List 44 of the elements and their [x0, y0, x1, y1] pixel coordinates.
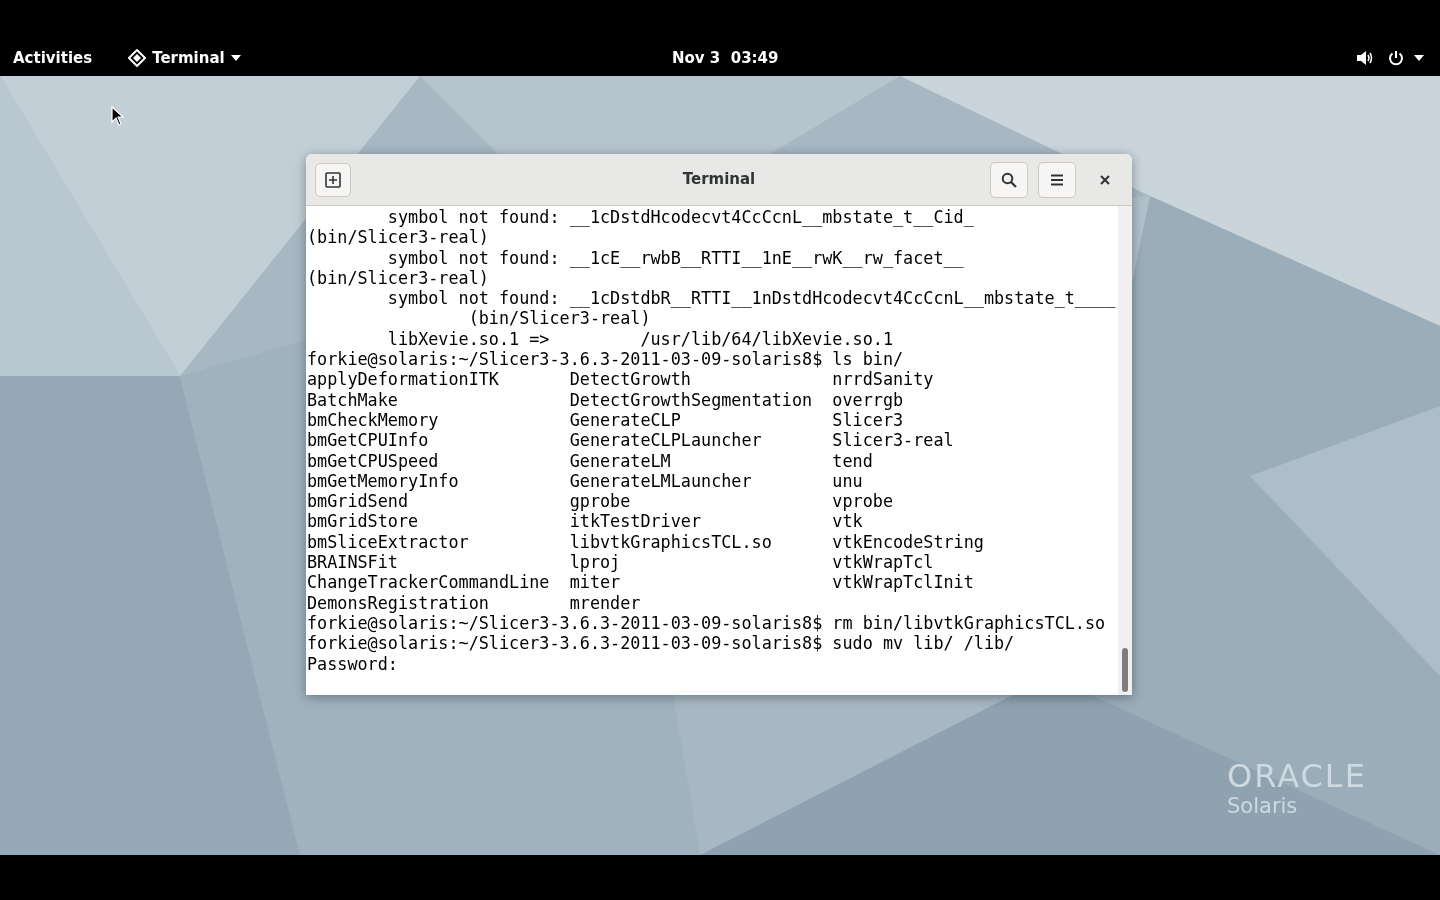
terminal-line: bmGetMemoryInfo GenerateLMLauncher unu [307, 470, 863, 492]
terminal-line: (bin/Slicer3-real) [467, 308, 651, 329]
terminal-line: libXevie.so.1 => /usr/lib/64/libXevie.so.1 [386, 328, 893, 350]
search-icon [1001, 171, 1017, 188]
caret-icon [230, 55, 241, 61]
terminal-line: (bin/Slicer3-real) [307, 267, 489, 289]
menu-icon [1050, 173, 1064, 186]
terminal-line: forkie@solaris:~/Slicer3-3.6.3-2011-03-09-solaris8$ sudo mv lib/ /lib/ [307, 633, 1015, 654]
menu-button[interactable] [1038, 161, 1076, 198]
power-icon [1388, 50, 1404, 66]
diamond-icon [128, 49, 147, 67]
terminal-line: applyDeformationITK DetectGrowth nrrdSanity [307, 369, 934, 390]
terminal-line: bmSliceExtractor libvtkGraphicsTCL.so vtkEncodeString [307, 531, 984, 553]
terminal-line: bmGetCPUInfo GenerateCLPLauncher Slicer3-real [307, 430, 954, 451]
terminal-line: forkie@solaris:~/Slicer3-3.6.3-2011-03-09-solaris8$ ls bin/ [307, 349, 904, 370]
terminal-line: DemonsRegistration mrender [307, 592, 641, 613]
terminal-line: bmCheckMemory GenerateCLP Slicer3 [307, 409, 904, 431]
terminal-line: bmGridSend gprobe vprobe [307, 491, 893, 512]
pointer-icon [111, 106, 124, 126]
app-menu[interactable]: Terminal [128, 46, 241, 70]
terminal-line: forkie@solaris:~/Slicer3-3.6.3-2011-03-09-solaris8$ rm bin/libvtkGraphicsTCL.so [307, 612, 1106, 634]
new-tab-icon [325, 171, 341, 188]
scrollbar[interactable] [1118, 206, 1132, 695]
terminal-line: bmGridStore itkTestDriver vtk [307, 511, 863, 532]
volume-icon[interactable] [1356, 50, 1374, 66]
activities-button[interactable]: Activities [13, 46, 93, 70]
terminal-line: bmGetCPUSpeed GenerateLM tend [307, 450, 873, 471]
terminal-line: BRAINSFit lproj vtkWrapTcl [307, 552, 934, 573]
terminal-line: symbol not found: __1cDstdHcodecvt4CcCcnL__mbstate_t__Cid_ [386, 207, 974, 228]
close-icon [1099, 173, 1111, 186]
terminal-line: Password: [307, 653, 398, 674]
clock[interactable]: Nov 3 03:49 [672, 46, 779, 70]
logo-wordmark: ORACLE [1227, 760, 1367, 792]
terminal-line: BatchMake DetectGrowthSegmentation overrgb [307, 389, 904, 410]
window-title: Terminal [682, 169, 756, 191]
terminal-line: ChangeTrackerCommandLine miter vtkWrapTclInit [307, 572, 974, 593]
terminal-line: (bin/Slicer3-real) [307, 227, 489, 248]
system-menu[interactable] [1388, 50, 1424, 66]
terminal-line: symbol not found: __1cDstdbR__RTTI__1nDstdHcodecvt4CcCcnL__mbstate_t____ [386, 288, 1116, 309]
caret-icon [1414, 55, 1424, 61]
logo-subtitle: Solaris [1227, 793, 1299, 820]
new-tab-button[interactable] [315, 162, 351, 197]
terminal-line: symbol not found: __1cE__rwbB__RTTI__1nE__rwK__rw_facet__ [386, 247, 964, 268]
search-button[interactable] [990, 161, 1028, 198]
